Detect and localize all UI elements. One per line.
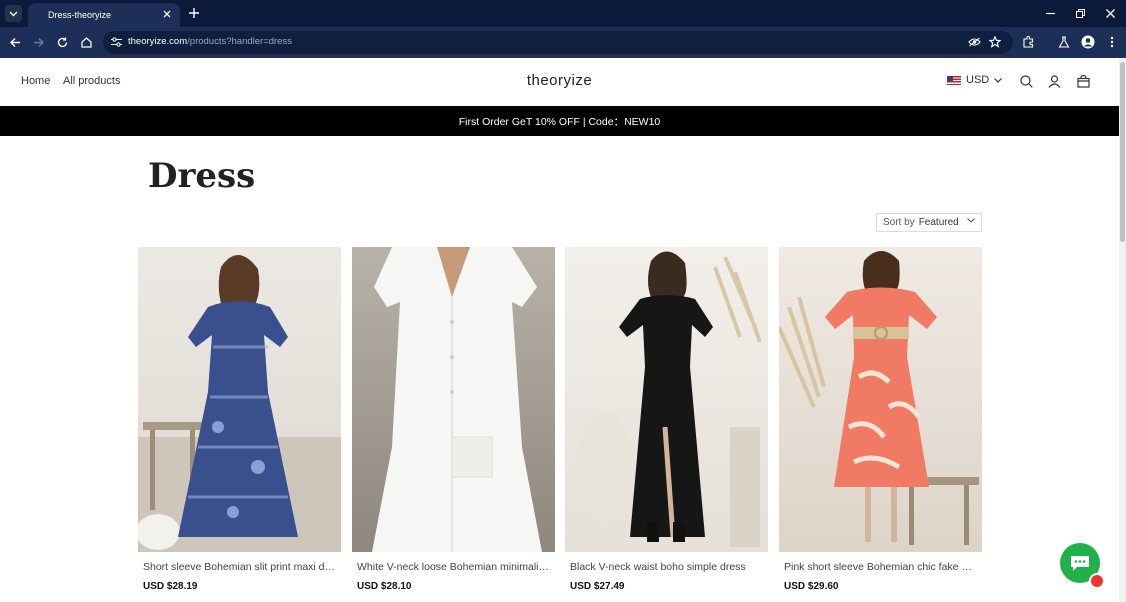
product-price: USD $28.10	[357, 581, 412, 592]
flask-icon	[1058, 36, 1070, 48]
arrow-left-icon	[9, 37, 20, 47]
profile-avatar-icon	[1081, 35, 1095, 49]
sort-value: Featured	[918, 217, 959, 228]
home-icon	[80, 36, 92, 48]
site-header: Home All products theoryize USD	[0, 58, 1119, 106]
chevron-down-icon	[967, 218, 975, 223]
address-bar[interactable]: theoryize.com/products?handler=dress	[103, 31, 1013, 54]
minimize-button[interactable]	[1043, 6, 1057, 20]
new-tab-button[interactable]	[186, 5, 202, 21]
shopping-bag-icon	[1077, 75, 1090, 88]
back-button[interactable]	[7, 34, 23, 50]
eye-off-icon	[967, 37, 981, 47]
product-card[interactable]: Black V-neck waist boho simple dress USD…	[565, 247, 768, 592]
tracking-protection-button[interactable]	[967, 35, 981, 49]
product-card[interactable]: Short sleeve Bohemian slit print maxi dr…	[138, 247, 341, 592]
more-vertical-icon	[1110, 36, 1114, 48]
us-flag-icon	[947, 75, 961, 85]
restore-button[interactable]	[1073, 6, 1087, 20]
url-host: theoryize.com	[128, 36, 188, 47]
minimize-icon	[1045, 12, 1055, 14]
reload-icon	[57, 37, 67, 47]
product-price: USD $29.60	[784, 581, 839, 592]
product-title[interactable]: Pink short sleeve Bohemian chic fake dre…	[779, 561, 977, 573]
product-title[interactable]: Short sleeve Bohemian slit print maxi dr…	[138, 561, 336, 573]
product-title[interactable]: Black V-neck waist boho simple dress	[565, 561, 763, 573]
close-icon	[163, 10, 171, 18]
close-tab-button[interactable]	[160, 7, 174, 21]
plus-icon	[189, 8, 199, 18]
product-card[interactable]: Pink short sleeve Bohemian chic fake dre…	[779, 247, 982, 592]
tab-search-button[interactable]	[5, 5, 22, 22]
chat-bubble-icon	[1071, 556, 1089, 571]
tune-icon	[110, 37, 122, 47]
browser-tab-strip: Dress-theoryize	[0, 0, 1126, 27]
active-tab[interactable]: Dress-theoryize	[28, 3, 180, 27]
search-button[interactable]	[1019, 74, 1034, 89]
dress-photo-illustration	[577, 251, 762, 547]
notification-badge-icon	[1089, 573, 1105, 589]
profile-button[interactable]	[1080, 34, 1096, 50]
browser-toolbar: theoryize.com/products?handler=dress	[0, 27, 1126, 58]
product-image[interactable]	[565, 247, 768, 552]
product-price: USD $27.49	[570, 581, 625, 592]
product-card[interactable]: White V-neck loose Bohemian minimalist d…	[352, 247, 555, 592]
dress-photo-illustration	[779, 251, 979, 545]
sort-label: Sort by	[883, 217, 915, 228]
tab-title: Dress-theoryize	[48, 10, 112, 20]
chevron-down-icon	[9, 11, 18, 16]
product-image[interactable]	[138, 247, 341, 552]
forward-button[interactable]	[30, 34, 46, 50]
user-icon	[1048, 75, 1061, 88]
chevron-down-icon	[994, 77, 1003, 83]
collection-title: Dress	[148, 156, 256, 196]
close-window-button[interactable]	[1103, 6, 1117, 20]
url-path: /products?handler=dress	[187, 36, 292, 47]
puzzle-icon	[1023, 36, 1034, 48]
dress-photo-illustration	[138, 254, 341, 552]
cart-button[interactable]	[1076, 74, 1091, 89]
arrow-right-icon	[33, 37, 44, 47]
product-image[interactable]	[352, 247, 555, 552]
home-button[interactable]	[78, 34, 94, 50]
page-scrollbar[interactable]	[1119, 58, 1126, 602]
bookmark-button[interactable]	[988, 35, 1002, 49]
url-text: theoryize.com/products?handler=dress	[128, 36, 292, 47]
product-image[interactable]	[779, 247, 982, 552]
extensions-button[interactable]	[1021, 34, 1037, 50]
dress-photo-illustration	[372, 247, 542, 552]
announcement-bar: First Order GeT 10% OFF | Code：NEW10	[0, 106, 1119, 136]
browser-menu-button[interactable]	[1104, 34, 1120, 50]
account-button[interactable]	[1047, 74, 1062, 89]
site-info-button[interactable]	[109, 35, 123, 49]
sort-dropdown[interactable]: Sort by Featured	[876, 213, 982, 232]
labs-button[interactable]	[1056, 34, 1072, 50]
currency-selector[interactable]: USD	[947, 74, 1003, 86]
product-title[interactable]: White V-neck loose Bohemian minimalist d…	[352, 561, 550, 573]
restore-icon	[1075, 8, 1085, 18]
star-icon	[989, 36, 1001, 48]
reload-button[interactable]	[54, 34, 70, 50]
scrollbar-thumb[interactable]	[1120, 62, 1125, 242]
currency-label: USD	[966, 74, 990, 86]
page-viewport: Home All products theoryize USD First Or…	[0, 58, 1119, 602]
close-icon	[1105, 8, 1115, 18]
search-icon	[1020, 75, 1033, 88]
product-price: USD $28.19	[143, 581, 198, 592]
